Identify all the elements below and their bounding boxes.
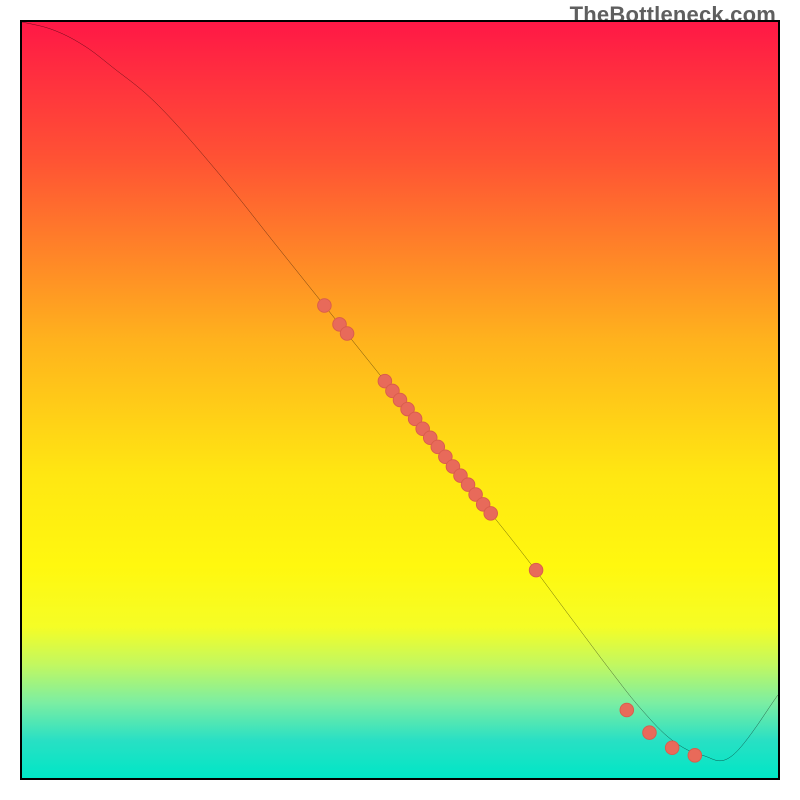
- sample-point: [484, 507, 498, 521]
- sample-point: [529, 563, 543, 577]
- sample-point: [665, 741, 679, 755]
- chart-svg: [22, 22, 778, 778]
- sample-points-group: [318, 299, 702, 762]
- sample-point: [620, 703, 634, 717]
- bottleneck-curve: [22, 22, 778, 761]
- plot-area: [20, 20, 780, 780]
- sample-point: [318, 299, 332, 313]
- sample-point: [643, 726, 657, 740]
- sample-point: [688, 749, 702, 763]
- sample-point: [340, 327, 354, 341]
- chart-container: TheBottleneck.com: [0, 0, 800, 800]
